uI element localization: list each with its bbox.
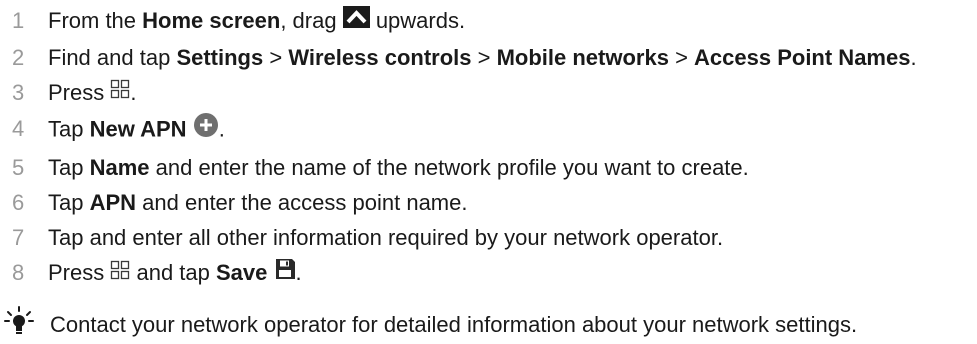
- step-fragment: >: [263, 44, 289, 70]
- step-keyword: Wireless controls: [288, 44, 472, 70]
- step-text: Tap APN and enter the access point name.: [48, 188, 975, 217]
- step-fragment: Tap: [48, 190, 90, 216]
- step-text: Find and tap Settings > Wireless control…: [48, 43, 975, 72]
- step-keyword: New APN: [89, 116, 187, 142]
- step-text: Tap Name and enter the name of the netwo…: [48, 153, 975, 182]
- step-fragment: Press: [48, 79, 111, 105]
- step-keyword: Settings: [176, 44, 264, 70]
- menu-key-icon: [110, 258, 130, 287]
- instruction-steps: 1 From the Home screen, drag upwards. 2 Fin…: [10, 5, 975, 296]
- step-item: 1 From the Home screen, drag upwards.: [10, 5, 975, 37]
- step-text: Tap New APN .: [48, 112, 975, 147]
- step-text: From the Home screen, drag upwards.: [48, 5, 975, 37]
- step-number: 3: [12, 79, 25, 105]
- step-fragment: and tap: [130, 260, 216, 286]
- step-fragment: Find and tap: [48, 44, 177, 70]
- step-fragment: .: [218, 116, 225, 142]
- step-fragment: Tap: [48, 155, 90, 181]
- step-item: 2 Find and tap Settings > Wireless contro…: [10, 43, 975, 72]
- lightbulb-icon: [4, 306, 50, 343]
- step-item: 5 Tap Name and enter the name of the netw…: [10, 153, 975, 182]
- step-fragment: >: [668, 44, 695, 70]
- step-text: Press .: [48, 78, 975, 109]
- step-keyword: Name: [89, 155, 150, 181]
- step-keyword: APN: [89, 190, 137, 216]
- save-icon: [274, 257, 296, 288]
- step-item: 6 Tap APN and enter the access point name…: [10, 188, 975, 217]
- step-fragment: and enter the access point name.: [136, 190, 468, 216]
- arrow-up-icon: [342, 5, 370, 35]
- step-fragment: .: [910, 44, 917, 70]
- add-icon: [193, 112, 219, 145]
- step-fragment: upwards.: [369, 8, 466, 33]
- menu-key-icon: [110, 77, 130, 106]
- tip-note: Contact your network operator for detail…: [4, 306, 857, 343]
- step-fragment: Tap and enter all other information requ…: [48, 225, 724, 251]
- step-number: 8: [12, 260, 25, 286]
- step-number: 1: [12, 8, 25, 33]
- step-number: 6: [12, 190, 25, 216]
- step-number: 4: [12, 116, 25, 142]
- step-keyword: Save: [216, 260, 268, 286]
- step-fragment: and enter the name of the network profil…: [149, 155, 749, 181]
- step-item: 4 Tap New APN .: [10, 112, 975, 147]
- step-number: 5: [12, 155, 25, 181]
- step-text: Press and tap Save .: [48, 258, 975, 290]
- step-number: 2: [12, 44, 25, 70]
- step-item: 7 Tap and enter all other information req…: [10, 223, 975, 252]
- step-keyword: Mobile networks: [496, 44, 669, 70]
- step-fragment: Tap: [48, 116, 90, 142]
- step-number: 7: [12, 225, 25, 251]
- step-fragment: >: [471, 44, 497, 70]
- step-fragment: From the: [48, 8, 143, 33]
- step-fragment: .: [295, 260, 302, 286]
- step-fragment: Press: [48, 260, 111, 286]
- step-fragment: .: [130, 79, 137, 105]
- step-item: 8 Press and tap Save .: [10, 258, 975, 290]
- step-keyword: Access Point Names: [694, 44, 911, 70]
- step-keyword: Home screen: [142, 8, 281, 33]
- step-text: Tap and enter all other information requ…: [48, 223, 975, 252]
- step-fragment: , drag: [280, 8, 343, 33]
- tip-text: Contact your network operator for detail…: [50, 312, 858, 337]
- step-item: 3 Press .: [10, 78, 975, 109]
